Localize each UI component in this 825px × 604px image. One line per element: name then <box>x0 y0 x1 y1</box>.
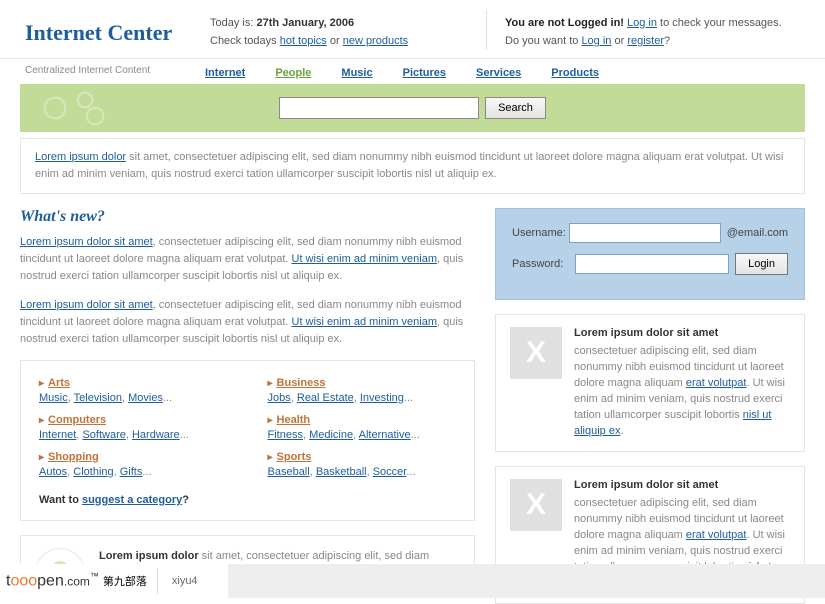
footer-divider <box>157 568 158 594</box>
category-links: Autos, Clothing, Gifts... <box>39 466 228 478</box>
news-link[interactable]: Ut wisi enim ad minim veniam <box>292 316 437 328</box>
category-link[interactable]: Autos <box>39 466 67 478</box>
footer-gray <box>228 564 825 598</box>
nav-tab-products[interactable]: Products <box>551 67 599 79</box>
header-login-link-2[interactable]: Log in <box>581 35 611 47</box>
news-link[interactable]: Lorem ipsum dolor sit amet <box>20 236 153 248</box>
category-link[interactable]: Basketball <box>316 466 367 478</box>
footer-strip: tooopen.com™ 第九部落 xiyu4 <box>0 564 825 598</box>
nav-tab-internet[interactable]: Internet <box>205 67 245 79</box>
category-link[interactable]: Clothing <box>73 466 113 478</box>
hot-topics-link[interactable]: hot topics <box>280 35 327 47</box>
category-link[interactable]: Investing <box>360 392 404 404</box>
category-link[interactable]: Music <box>39 392 68 404</box>
login-box: Username: @email.com Password: Login <box>495 208 805 300</box>
nav-tab-people[interactable]: People <box>275 67 311 79</box>
footer-cn: 第九部落 <box>103 573 147 589</box>
date-column: Today is: 27th January, 2006 Check today… <box>205 10 486 50</box>
search-bar: Search <box>20 84 805 132</box>
x-icon: X <box>526 336 546 370</box>
card-link[interactable]: nisl ut aliquip ex <box>574 409 772 437</box>
card-title: Lorem ipsum dolor sit amet <box>574 327 790 339</box>
intro-box: Lorem ipsum dolor sit amet, consectetuer… <box>20 138 805 194</box>
whats-new-body: Lorem ipsum dolor sit amet, consectetuer… <box>20 234 475 348</box>
category-link[interactable]: Hardware <box>132 429 180 441</box>
category-link[interactable]: Soccer <box>373 466 407 478</box>
footer-user: xiyu4 <box>172 575 198 587</box>
header-register-link[interactable]: register <box>627 35 664 47</box>
today-date: 27th January, 2006 <box>256 17 354 29</box>
category-head-arts[interactable]: Arts <box>48 377 70 389</box>
search-button[interactable]: Search <box>485 97 546 119</box>
new-products-link[interactable]: new products <box>343 35 408 47</box>
tooopen-logo[interactable]: tooopen.com™ <box>0 571 99 590</box>
category-link[interactable]: Baseball <box>268 466 310 478</box>
category-links: Music, Television, Movies... <box>39 392 228 404</box>
login-button[interactable]: Login <box>735 253 788 275</box>
category-link[interactable]: Movies <box>128 392 163 404</box>
password-label: Password: <box>512 258 575 270</box>
check-prefix: Check todays <box>210 35 280 47</box>
category-link[interactable]: Gifts <box>120 466 143 478</box>
category-links: Fitness, Medicine, Alternative... <box>268 429 457 441</box>
category-link[interactable]: Software <box>82 429 125 441</box>
search-input[interactable] <box>279 97 479 119</box>
site-logo[interactable]: Internet Center <box>25 10 205 46</box>
categories-box: Arts Music, Television, Movies... Computer… <box>20 360 475 521</box>
category-head-computers[interactable]: Computers <box>48 414 106 426</box>
category-head-sports[interactable]: Sports <box>277 451 312 463</box>
category-link[interactable]: Jobs <box>268 392 291 404</box>
not-logged-text: You are not Logged in! <box>505 17 627 29</box>
header-separator <box>486 10 487 50</box>
nav-tab-pictures[interactable]: Pictures <box>403 67 446 79</box>
content-card: X Lorem ipsum dolor sit amet consectetuer … <box>495 314 805 452</box>
header-login-link[interactable]: Log in <box>627 17 657 29</box>
login-status-column: You are not Logged in! Log in to check y… <box>505 10 805 50</box>
category-links: Baseball, Basketball, Soccer... <box>268 466 457 478</box>
password-input[interactable] <box>575 254 729 274</box>
category-head-business[interactable]: Business <box>277 377 326 389</box>
category-head-health[interactable]: Health <box>277 414 311 426</box>
category-links: Jobs, Real Estate, Investing... <box>268 392 457 404</box>
x-icon: X <box>526 488 546 522</box>
category-link[interactable]: Television <box>74 392 122 404</box>
category-head-shopping[interactable]: Shopping <box>48 451 99 463</box>
whats-new-title: What's new? <box>20 208 475 226</box>
category-link[interactable]: Medicine <box>309 429 353 441</box>
username-label: Username: <box>512 227 569 239</box>
category-link[interactable]: Internet <box>39 429 76 441</box>
card-title: Lorem ipsum dolor sit amet <box>574 479 790 491</box>
placeholder-thumb: X <box>510 327 562 379</box>
news-link[interactable]: Lorem ipsum dolor sit amet <box>20 299 153 311</box>
today-prefix: Today is: <box>210 17 256 29</box>
intro-link[interactable]: Lorem ipsum dolor <box>35 151 126 163</box>
card-link[interactable]: erat volutpat <box>686 377 747 389</box>
username-input[interactable] <box>569 223 721 243</box>
suggest-category: Want to suggest a category? <box>39 494 456 506</box>
header: Internet Center Today is: 27th January, … <box>0 0 825 59</box>
category-link[interactable]: Real Estate <box>297 392 354 404</box>
category-link[interactable]: Alternative <box>359 429 411 441</box>
card-text: consectetuer adipiscing elit, sed diam n… <box>574 343 790 439</box>
suggest-category-link[interactable]: suggest a category <box>82 494 182 506</box>
placeholder-thumb: X <box>510 479 562 531</box>
category-link[interactable]: Fitness <box>268 429 303 441</box>
card-link[interactable]: erat volutpat <box>686 529 747 541</box>
category-links: Internet, Software, Hardware... <box>39 429 228 441</box>
news-link[interactable]: Ut wisi enim ad minim veniam <box>292 253 437 265</box>
nav-tab-music[interactable]: Music <box>341 67 372 79</box>
email-suffix: @email.com <box>727 227 788 239</box>
nav-tab-services[interactable]: Services <box>476 67 521 79</box>
